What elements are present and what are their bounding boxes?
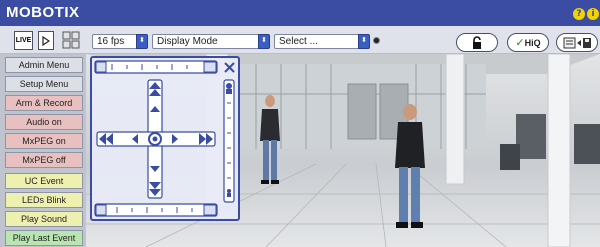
help-icon[interactable]: ? xyxy=(573,8,585,20)
mxpeg-on-button[interactable]: MxPEG on xyxy=(5,133,83,149)
lock-button[interactable] xyxy=(456,33,498,52)
checkmark-icon: ✓ xyxy=(515,37,525,49)
fps-dropdown-arrow-icon: ⬍ xyxy=(136,34,148,49)
uc-event-button[interactable]: UC Event xyxy=(5,173,83,189)
lock-icon xyxy=(473,35,481,49)
hiq-label: HiQ xyxy=(524,37,541,48)
play-sound-button[interactable]: Play Sound xyxy=(5,211,83,227)
select-dropdown-arrow-icon: ⬍ xyxy=(358,34,370,49)
admin-menu-button[interactable]: Admin Menu xyxy=(5,57,83,73)
ptz-controls xyxy=(94,60,235,217)
select-dropdown[interactable]: Select ... ⬍ xyxy=(274,34,370,49)
grid-view-icon[interactable] xyxy=(62,31,80,50)
audio-on-button[interactable]: Audio on xyxy=(5,114,83,130)
toolbar: LIVE 16 fps ⬍ Display Mode ⬍ Select ... … xyxy=(0,26,600,54)
select-value: Select ... xyxy=(279,36,318,47)
play-last-event-button[interactable]: Play Last Event xyxy=(5,230,83,246)
fps-select[interactable]: 16 fps ⬍ xyxy=(92,34,148,49)
display-mode-value: Display Mode xyxy=(157,36,218,47)
setup-menu-button[interactable]: Setup Menu xyxy=(5,76,83,92)
mxpeg-off-button[interactable]: MxPEG off xyxy=(5,152,83,168)
close-icon xyxy=(224,62,235,73)
display-mode-select[interactable]: Display Mode ⬍ xyxy=(152,34,270,49)
play-icon xyxy=(42,35,50,46)
live-label: LIVE xyxy=(15,37,32,44)
play-button[interactable] xyxy=(38,31,54,50)
title-bar: MOBOTIX ? i xyxy=(0,0,600,26)
sidebar: Admin Menu Setup Menu Arm & Record Audio… xyxy=(0,54,86,247)
status-indicator-icon xyxy=(373,37,380,44)
display-mode-dropdown-arrow-icon: ⬍ xyxy=(258,34,270,49)
hiq-button[interactable]: ✓ HiQ xyxy=(507,33,549,52)
save-image-icon xyxy=(563,37,591,48)
ptz-control-panel[interactable] xyxy=(90,56,240,221)
brand-logo: MOBOTIX xyxy=(6,4,80,21)
save-image-button[interactable] xyxy=(556,33,598,52)
fps-value: 16 fps xyxy=(97,36,125,47)
leds-blink-button[interactable]: LEDs Blink xyxy=(5,192,83,208)
arm-record-button[interactable]: Arm & Record xyxy=(5,95,83,111)
info-icon[interactable]: i xyxy=(587,8,599,20)
zoom-out-person-icon xyxy=(227,189,231,197)
live-button[interactable]: LIVE xyxy=(14,31,33,50)
